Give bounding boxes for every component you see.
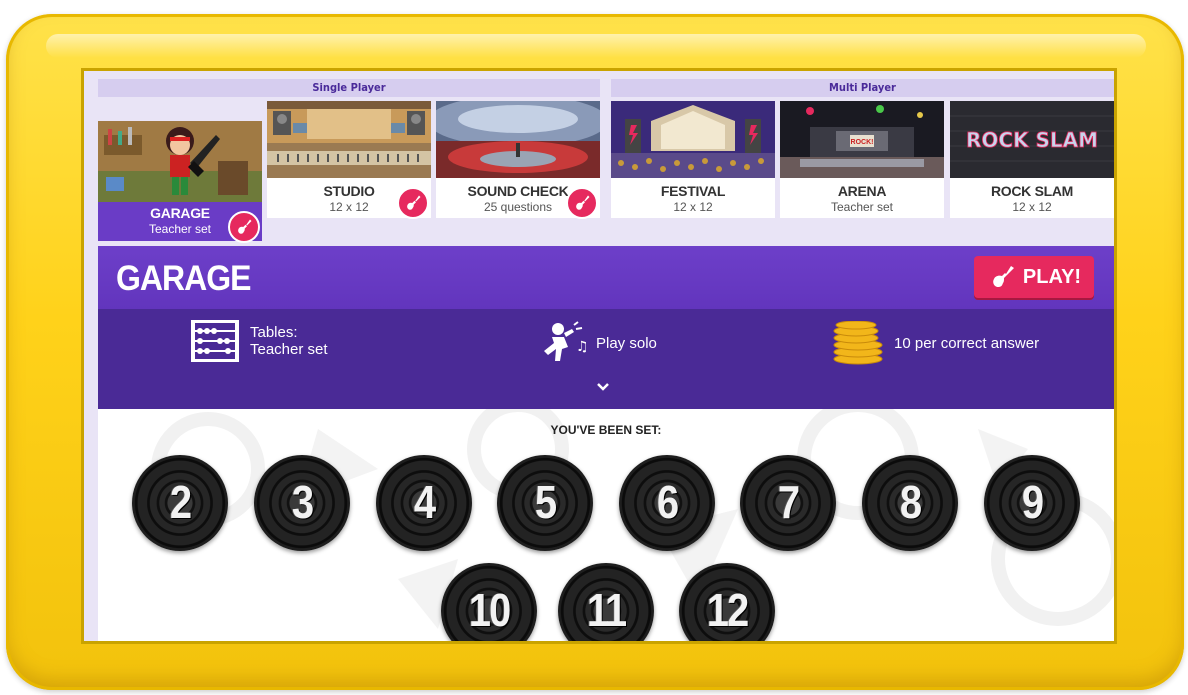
mode-sub: Teacher set xyxy=(830,200,894,214)
guitar-icon xyxy=(238,219,252,234)
tables-value: Teacher set xyxy=(250,341,328,358)
set-title: YOU'VE BEEN SET: xyxy=(550,423,662,437)
mode-card-studio[interactable]: STUDIO 12 x 12 xyxy=(267,101,431,219)
record-number: 3 xyxy=(291,477,314,528)
studio-thumbnail xyxy=(267,101,431,178)
record-number: 12 xyxy=(706,585,749,636)
mode-card-rock-slam[interactable]: ROCK SLAM ROCK SLAM 12 x 12 xyxy=(950,101,1114,218)
game-screen: Single Player Multi Player GARAGE Teache… xyxy=(84,71,1114,641)
play-mode-text: Play solo xyxy=(596,334,657,352)
times-table-record[interactable]: 2 xyxy=(132,455,228,551)
play-mode-info: ♫ Play solo xyxy=(538,321,657,365)
single-player-label: Single Player xyxy=(98,79,600,97)
mode-card-festival[interactable]: FESTIVAL 12 x 12 xyxy=(611,101,775,218)
times-table-record[interactable]: 7 xyxy=(740,455,836,551)
mode-card-arena[interactable]: ROCK! ARENA Teacher set xyxy=(780,101,944,218)
tables-info: Tables: Teacher set xyxy=(190,319,328,363)
garage-thumbnail xyxy=(98,121,262,202)
abacus-icon xyxy=(191,320,239,362)
mode-sub: 12 x 12 xyxy=(1012,200,1052,214)
coins-icon xyxy=(833,321,883,365)
guitar-badge xyxy=(397,187,429,219)
record-number: 10 xyxy=(468,585,511,636)
mode-name: ROCK SLAM xyxy=(990,183,1074,199)
play-button[interactable]: PLAY! xyxy=(974,256,1094,298)
play-label: PLAY! xyxy=(1022,265,1082,288)
mode-name: FESTIVAL xyxy=(660,183,726,199)
mode-card-garage[interactable]: GARAGE Teacher set xyxy=(98,121,262,243)
guitar-badge xyxy=(566,187,598,219)
mode-header: GARAGE PLAY! xyxy=(98,246,1114,309)
mode-name: ARENA xyxy=(837,183,887,199)
page-title: GARAGE xyxy=(116,258,251,298)
guitar-badge xyxy=(228,211,260,243)
record-number: 7 xyxy=(777,477,800,528)
record-number: 4 xyxy=(413,477,436,528)
times-table-record[interactable]: 5 xyxy=(497,455,593,551)
sound-check-thumbnail xyxy=(436,101,600,178)
mode-info-bar: Tables: Teacher set ♫ Play solo 10 per c… xyxy=(98,309,1114,409)
set-tables-panel: YOU'VE BEEN SET: 2 3 4 5 6 7 8 9 10 11 1… xyxy=(98,409,1114,641)
chevron-down-icon xyxy=(597,383,609,391)
record-number: 2 xyxy=(169,477,192,528)
guitar-icon xyxy=(993,266,1014,287)
arena-thumbnail: ROCK! xyxy=(780,101,944,178)
times-table-record[interactable]: 3 xyxy=(254,455,350,551)
record-number: 11 xyxy=(586,585,627,636)
guitar-icon xyxy=(407,195,421,210)
times-table-record[interactable]: 6 xyxy=(619,455,715,551)
record-number: 8 xyxy=(899,477,922,528)
times-table-record[interactable]: 4 xyxy=(376,455,472,551)
mode-sub: 12 x 12 xyxy=(673,200,713,214)
record-number: 9 xyxy=(1021,477,1044,528)
mode-card-sound-check[interactable]: SOUND CHECK 25 questions xyxy=(436,101,600,219)
record-number: 6 xyxy=(656,477,679,528)
rock-slam-thumbnail: ROCK SLAM xyxy=(950,101,1114,178)
screen-content: Single Player Multi Player GARAGE Teache… xyxy=(98,77,1114,641)
record-number: 5 xyxy=(534,477,557,528)
coins-info: 10 per correct answer xyxy=(832,321,1039,365)
multi-player-label: Multi Player xyxy=(611,79,1114,97)
frame-shine xyxy=(46,34,1146,58)
guitar-icon xyxy=(576,195,590,210)
arena-sign-text: ROCK! xyxy=(851,139,874,146)
tables-label: Tables: xyxy=(250,324,298,341)
svg-text:♫: ♫ xyxy=(576,339,586,355)
expand-info-button[interactable] xyxy=(596,379,610,397)
rock-slam-logo: ROCK SLAM xyxy=(966,128,1098,152)
coins-text: 10 per correct answer xyxy=(894,334,1040,352)
times-table-record[interactable]: 9 xyxy=(984,455,1080,551)
festival-thumbnail xyxy=(611,101,775,178)
singer-icon: ♫ xyxy=(544,321,586,361)
times-table-record[interactable]: 8 xyxy=(862,455,958,551)
